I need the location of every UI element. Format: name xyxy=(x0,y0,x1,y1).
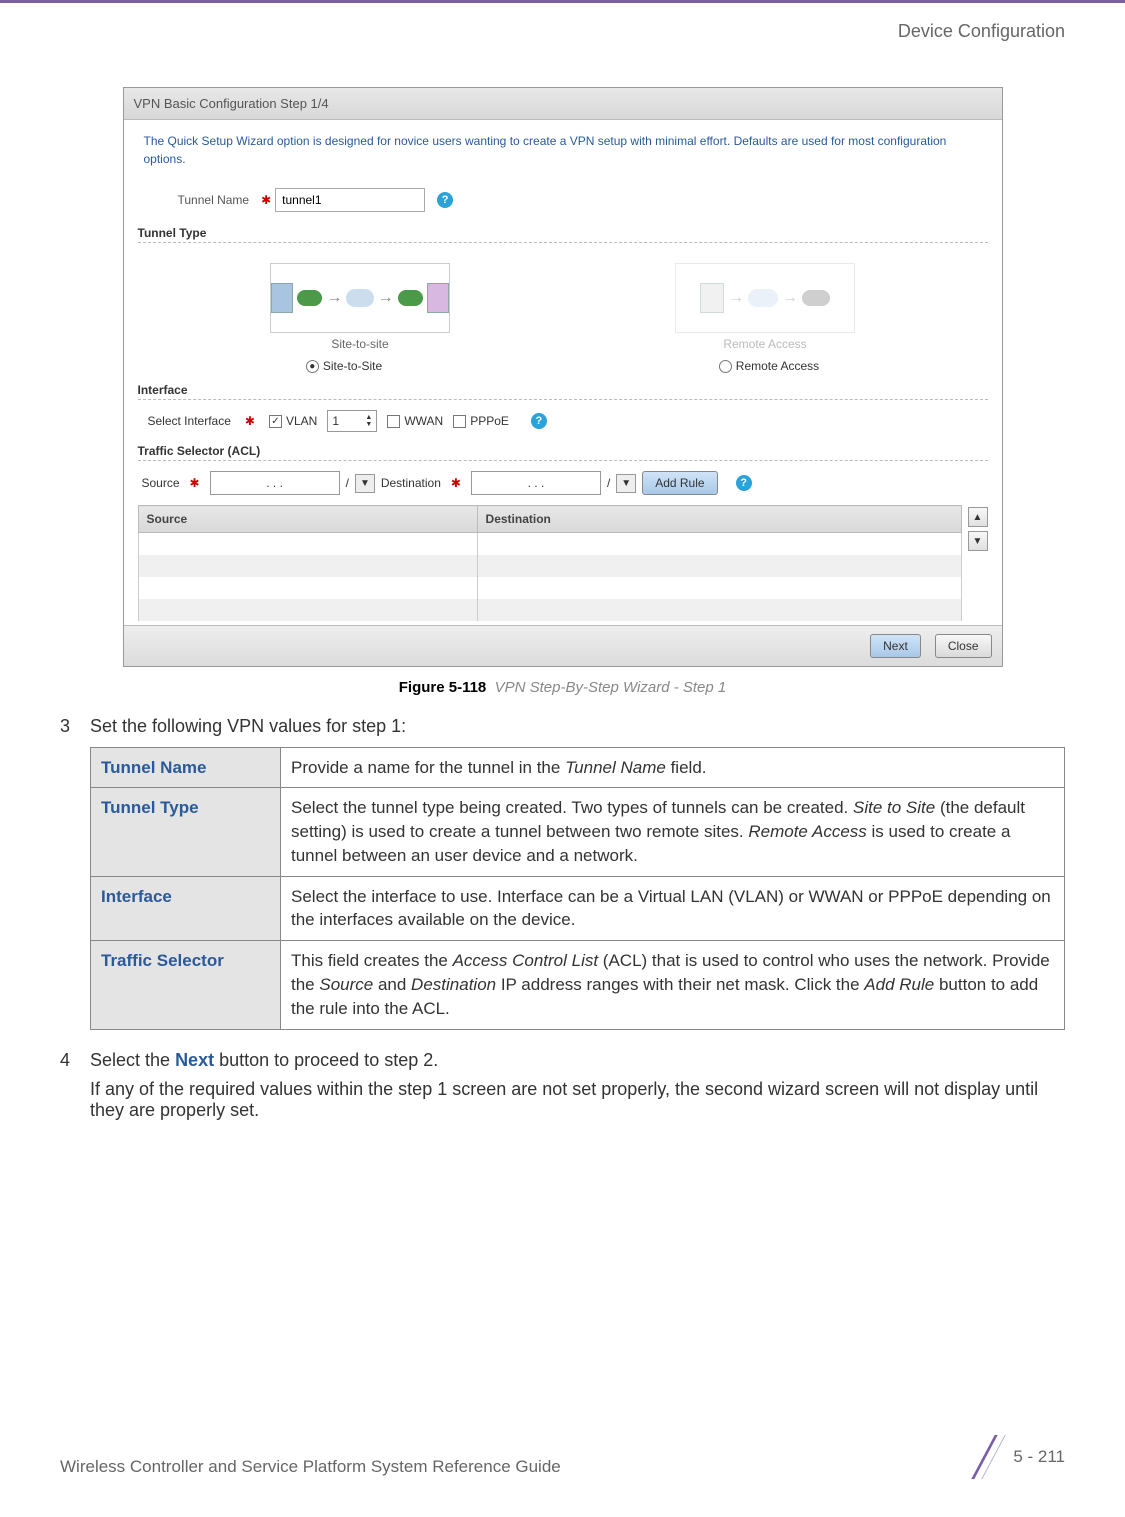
divider-icon xyxy=(977,1437,1009,1477)
move-down-button[interactable]: ▼ xyxy=(968,531,988,551)
param-description: Select the tunnel type being created. Tw… xyxy=(281,788,1065,876)
table-row: Interface Select the interface to use. I… xyxy=(91,876,1065,941)
page-footer: Wireless Controller and Service Platform… xyxy=(60,1437,1065,1477)
spinner-up-icon[interactable]: ▲ xyxy=(365,414,372,421)
radio-remote-access[interactable]: Remote Access xyxy=(719,359,819,373)
acl-table: Source Destination xyxy=(138,505,962,621)
param-description: Select the interface to use. Interface c… xyxy=(281,876,1065,941)
vlan-spinner[interactable]: 1 ▲▼ xyxy=(327,410,377,432)
required-marker: ✱ xyxy=(261,193,271,207)
param-description: Provide a name for the tunnel in the Tun… xyxy=(281,747,1065,788)
step-text: Select the Next button to proceed to ste… xyxy=(90,1050,1065,1071)
step-text: Set the following VPN values for step 1: xyxy=(90,716,1065,737)
table-row xyxy=(138,599,961,621)
figure-description: VPN Step-By-Step Wizard - Step 1 xyxy=(495,679,727,696)
figure-container: VPN Basic Configuration Step 1/4 The Qui… xyxy=(60,87,1065,696)
page-header: Device Configuration xyxy=(0,0,1125,42)
select-interface-label: Select Interface xyxy=(148,414,231,428)
table-row xyxy=(138,555,961,577)
guide-title: Wireless Controller and Service Platform… xyxy=(60,1457,561,1477)
next-button[interactable]: Next xyxy=(870,634,921,658)
tunnel-name-label: Tunnel Name xyxy=(178,193,250,207)
wwan-checkbox[interactable]: WWAN xyxy=(387,414,443,428)
tunnel-type-site-option[interactable]: →→ Site-to-site xyxy=(270,263,450,351)
param-description: This field creates the Access Control Li… xyxy=(281,941,1065,1029)
table-row xyxy=(138,533,961,555)
required-marker: ✱ xyxy=(451,476,461,490)
tunnel-name-row: Tunnel Name ✱ ? xyxy=(178,188,988,212)
remote-caption: Remote Access xyxy=(723,337,806,351)
step-number: 4 xyxy=(60,1050,90,1121)
source-ip-input[interactable]: . . . xyxy=(210,471,340,495)
pppoe-checkbox[interactable]: PPPoE xyxy=(453,414,509,428)
spinner-down-icon[interactable]: ▼ xyxy=(365,421,372,428)
wizard-description: The Quick Setup Wizard option is designe… xyxy=(144,132,982,168)
page-number: 5 - 211 xyxy=(1013,1447,1065,1467)
param-label: Tunnel Name xyxy=(91,747,281,788)
table-header-destination[interactable]: Destination xyxy=(477,506,961,533)
table-header-source[interactable]: Source xyxy=(138,506,477,533)
site-to-site-icon: →→ xyxy=(270,263,450,333)
table-row: Tunnel Name Provide a name for the tunne… xyxy=(91,747,1065,788)
wizard-screenshot: VPN Basic Configuration Step 1/4 The Qui… xyxy=(123,87,1003,667)
traffic-selector-heading: Traffic Selector (ACL) xyxy=(138,444,988,461)
table-row: Traffic Selector This field creates the … xyxy=(91,941,1065,1029)
radio-site-to-site[interactable]: ●Site-to-Site xyxy=(306,359,382,373)
required-marker: ✱ xyxy=(245,414,255,428)
dropdown-icon[interactable]: ▼ xyxy=(355,474,375,493)
step-number: 3 xyxy=(60,716,90,1030)
param-label: Tunnel Type xyxy=(91,788,281,876)
step-3: 3 Set the following VPN values for step … xyxy=(60,716,1065,1030)
interface-heading: Interface xyxy=(138,383,988,400)
help-icon[interactable]: ? xyxy=(437,192,453,208)
wizard-title-bar: VPN Basic Configuration Step 1/4 xyxy=(124,88,1002,120)
tunnel-type-remote-option[interactable]: →→ Remote Access xyxy=(675,263,855,351)
help-icon[interactable]: ? xyxy=(531,413,547,429)
source-label: Source xyxy=(142,476,180,490)
step-4: 4 Select the Next button to proceed to s… xyxy=(60,1050,1065,1121)
step-paragraph: If any of the required values within the… xyxy=(90,1079,1065,1121)
figure-caption: Figure 5-118 VPN Step-By-Step Wizard - S… xyxy=(60,679,1065,696)
add-rule-button[interactable]: Add Rule xyxy=(642,471,717,495)
close-button[interactable]: Close xyxy=(935,634,992,658)
tunnel-type-heading: Tunnel Type xyxy=(138,226,988,243)
required-marker: ✱ xyxy=(190,476,200,490)
parameter-table: Tunnel Name Provide a name for the tunne… xyxy=(90,747,1065,1030)
tunnel-name-input[interactable] xyxy=(275,188,425,212)
destination-ip-input[interactable]: . . . xyxy=(471,471,601,495)
move-up-button[interactable]: ▲ xyxy=(968,507,988,527)
table-row: Tunnel Type Select the tunnel type being… xyxy=(91,788,1065,876)
help-icon[interactable]: ? xyxy=(736,475,752,491)
param-label: Traffic Selector xyxy=(91,941,281,1029)
remote-access-icon: →→ xyxy=(675,263,855,333)
section-title: Device Configuration xyxy=(898,21,1065,41)
figure-number: Figure 5-118 xyxy=(399,679,487,696)
site-caption: Site-to-site xyxy=(331,337,388,351)
dropdown-icon[interactable]: ▼ xyxy=(616,474,636,493)
destination-label: Destination xyxy=(381,476,441,490)
param-label: Interface xyxy=(91,876,281,941)
table-row xyxy=(138,577,961,599)
vlan-checkbox[interactable]: ✓VLAN xyxy=(269,414,317,428)
